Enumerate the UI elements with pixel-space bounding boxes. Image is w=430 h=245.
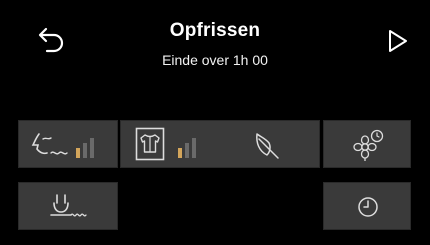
clock-icon	[358, 197, 378, 217]
garment-tile[interactable]	[120, 120, 320, 168]
intensity-tile[interactable]	[18, 120, 118, 168]
play-icon	[389, 30, 407, 52]
page-title: Opfrissen	[169, 20, 261, 41]
steam-icon	[50, 194, 87, 217]
steam-tile[interactable]	[18, 182, 118, 230]
flower-timer-icon	[353, 129, 384, 161]
timer-tile[interactable]	[323, 182, 411, 230]
start-button[interactable]	[386, 28, 410, 54]
intensity-level	[76, 138, 94, 158]
remaining-time-text: Einde over 1h 00	[162, 52, 268, 68]
feather-icon[interactable]	[251, 131, 281, 161]
shirt-icon	[135, 127, 165, 161]
scent-intensity-icon	[31, 133, 68, 155]
garment-level	[178, 138, 196, 158]
aroma-tile[interactable]	[323, 120, 411, 168]
